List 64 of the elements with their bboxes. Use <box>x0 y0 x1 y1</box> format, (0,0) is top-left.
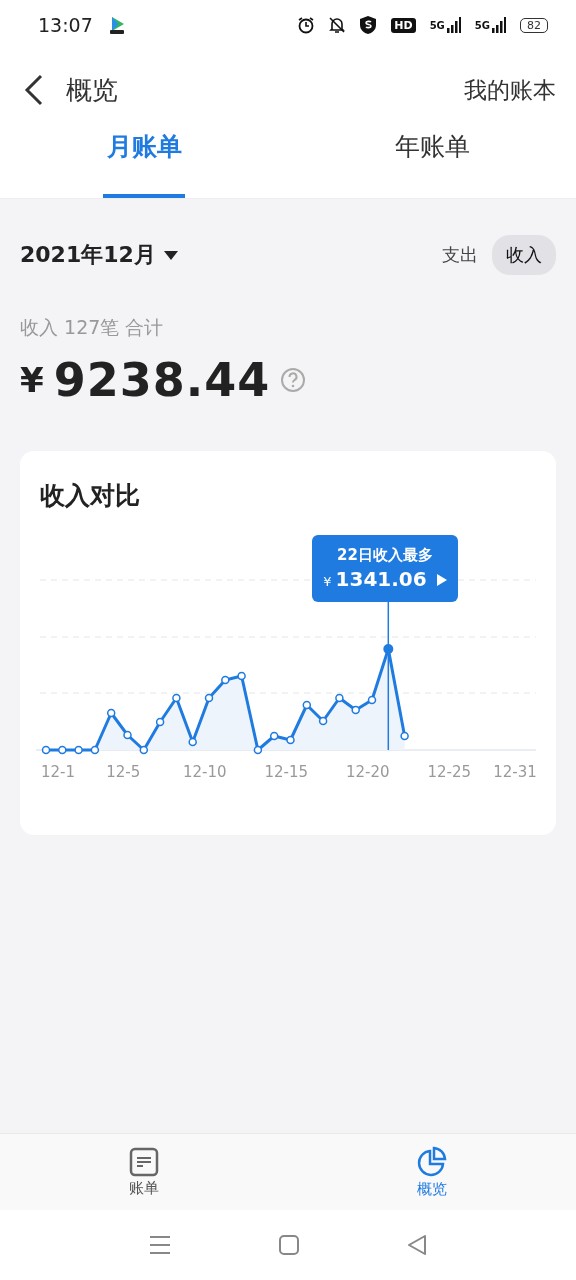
highlighted-point[interactable] <box>383 644 394 654</box>
data-point[interactable] <box>204 693 214 703</box>
network-label: 5G <box>429 19 445 31</box>
network-label: 5G <box>474 19 490 31</box>
chart-tooltip[interactable]: 22日收入最多 ¥ 1341.06 <box>312 535 458 602</box>
pie-chart-icon <box>416 1145 448 1178</box>
data-point[interactable] <box>74 745 83 755</box>
my-ledger-link[interactable]: 我的账本 <box>464 74 556 106</box>
currency-symbol: ¥ <box>20 360 44 400</box>
page-title: 概览 <box>66 73 118 107</box>
data-point[interactable] <box>367 695 377 705</box>
data-point[interactable] <box>318 716 328 726</box>
tooltip-amount: 1341.06 <box>335 567 427 591</box>
status-time: 13:07 <box>38 14 93 36</box>
type-toggle[interactable]: 支出 <box>428 235 492 275</box>
tab[interactable]: 年账单 <box>394 130 470 198</box>
data-point[interactable] <box>41 745 51 755</box>
data-point[interactable] <box>123 730 132 740</box>
data-point[interactable] <box>90 745 100 755</box>
data-point[interactable] <box>400 731 409 741</box>
play-icon <box>436 574 447 586</box>
data-point[interactable] <box>172 693 181 703</box>
data-point[interactable] <box>155 717 165 727</box>
type-toggle[interactable]: 收入 <box>492 235 556 275</box>
axis-label: 12-31 <box>493 763 537 781</box>
signal-icon <box>492 17 506 33</box>
data-point[interactable] <box>253 745 263 755</box>
nav-item[interactable]: 概览 <box>288 1134 576 1210</box>
total-amount: 9238.44 <box>53 353 271 407</box>
axis-label: 12-1 <box>41 763 75 781</box>
caret-icon <box>163 250 178 260</box>
data-point[interactable] <box>269 731 279 741</box>
data-point[interactable] <box>188 737 197 747</box>
summary-caption: 收入 127笔 合计 <box>19 315 165 340</box>
bell-off-icon <box>329 16 346 34</box>
tooltip-title: 22日收入最多 <box>337 546 433 565</box>
tooltip-currency: ¥ <box>323 574 332 589</box>
data-point[interactable] <box>302 700 312 710</box>
data-point[interactable] <box>286 735 295 745</box>
axis-label: 12-15 <box>264 763 308 781</box>
data-point[interactable] <box>237 671 246 681</box>
shield-icon <box>359 15 378 35</box>
card-title: 收入对比 <box>40 480 141 512</box>
data-point[interactable] <box>335 693 344 703</box>
document-icon <box>129 1146 159 1177</box>
axis-label: 12-10 <box>182 763 227 781</box>
nav-item[interactable]: 账单 <box>0 1134 288 1210</box>
battery-indicator: 82 <box>520 17 548 33</box>
data-point[interactable] <box>139 745 149 755</box>
data-point[interactable] <box>58 745 67 755</box>
axis-label: 12-20 <box>345 763 390 781</box>
data-point[interactable] <box>351 705 360 715</box>
alarm-icon <box>297 16 316 34</box>
data-point[interactable] <box>106 708 116 718</box>
back-icon[interactable] <box>24 74 44 106</box>
menu-icon[interactable] <box>149 1235 171 1255</box>
home-icon[interactable] <box>279 1235 299 1255</box>
month-selector[interactable]: 2021年12月 <box>20 240 178 270</box>
axis-label: 12-5 <box>106 763 141 781</box>
signal-icon <box>446 17 461 33</box>
hd-indicator: HD <box>391 17 416 33</box>
axis-label: 12-25 <box>427 763 471 781</box>
tab[interactable]: 月账单 <box>103 130 185 198</box>
data-point[interactable] <box>221 675 230 685</box>
